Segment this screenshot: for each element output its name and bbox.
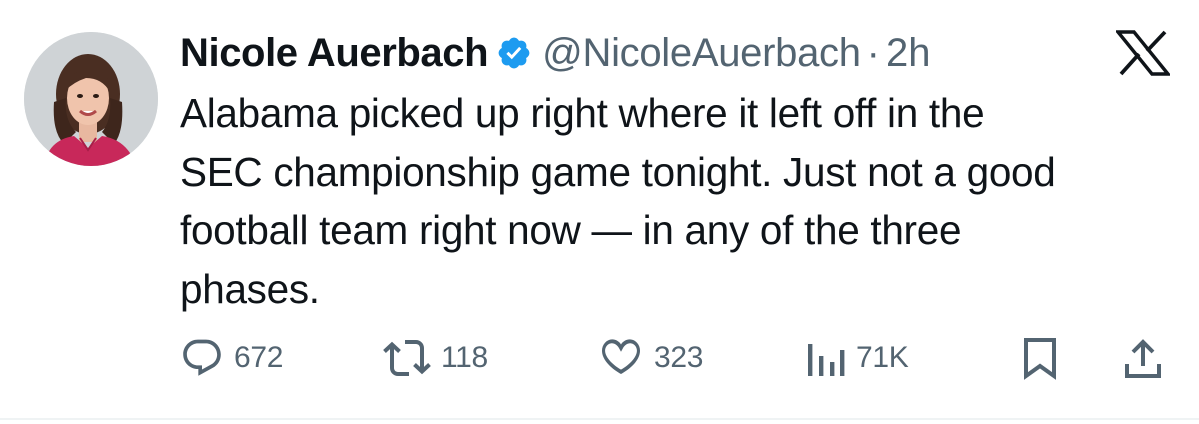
timestamp[interactable]: 2h bbox=[886, 31, 931, 76]
tweet-card: Nicole Auerbach @NicoleAuerbach · 2h Ala… bbox=[0, 0, 1199, 424]
tweet-text-line: Alabama picked up right where it left of… bbox=[180, 90, 985, 136]
share-icon bbox=[1123, 336, 1163, 380]
tweet-text-line: football team right now — in any of the … bbox=[180, 207, 962, 253]
reply-icon bbox=[180, 336, 224, 380]
avatar[interactable] bbox=[24, 32, 158, 166]
tweet-text-line: SEC championship game tonight. Just not … bbox=[180, 148, 1056, 195]
author-handle[interactable]: @NicoleAuerbach bbox=[542, 31, 861, 76]
divider bbox=[0, 418, 1199, 420]
retweet-button[interactable]: 118 bbox=[383, 330, 488, 386]
action-bar: 672 118 323 71K bbox=[0, 330, 1199, 386]
views-count: 71K bbox=[856, 341, 909, 374]
tweet-text-line: phases. bbox=[180, 265, 320, 312]
author-name[interactable]: Nicole Auerbach bbox=[180, 31, 489, 76]
reply-count: 672 bbox=[234, 341, 284, 374]
bookmark-icon bbox=[1020, 336, 1060, 380]
verified-badge-icon bbox=[496, 35, 532, 71]
views-button[interactable]: 71K bbox=[806, 330, 909, 386]
like-button[interactable]: 323 bbox=[598, 330, 703, 386]
tweet-header: Nicole Auerbach @NicoleAuerbach · 2h bbox=[180, 28, 931, 78]
retweet-count: 118 bbox=[441, 341, 488, 374]
share-button[interactable] bbox=[1123, 330, 1163, 386]
tweet-text: Alabama picked up right where it left of… bbox=[180, 84, 1170, 318]
x-logo-icon[interactable] bbox=[1114, 30, 1172, 76]
reply-button[interactable]: 672 bbox=[180, 330, 283, 386]
views-icon bbox=[806, 336, 846, 380]
bookmark-button[interactable] bbox=[1020, 330, 1060, 386]
like-count: 323 bbox=[654, 341, 704, 374]
separator-dot: · bbox=[866, 30, 880, 75]
retweet-icon bbox=[383, 336, 431, 380]
heart-icon bbox=[598, 336, 644, 380]
avatar-photo bbox=[24, 32, 158, 166]
